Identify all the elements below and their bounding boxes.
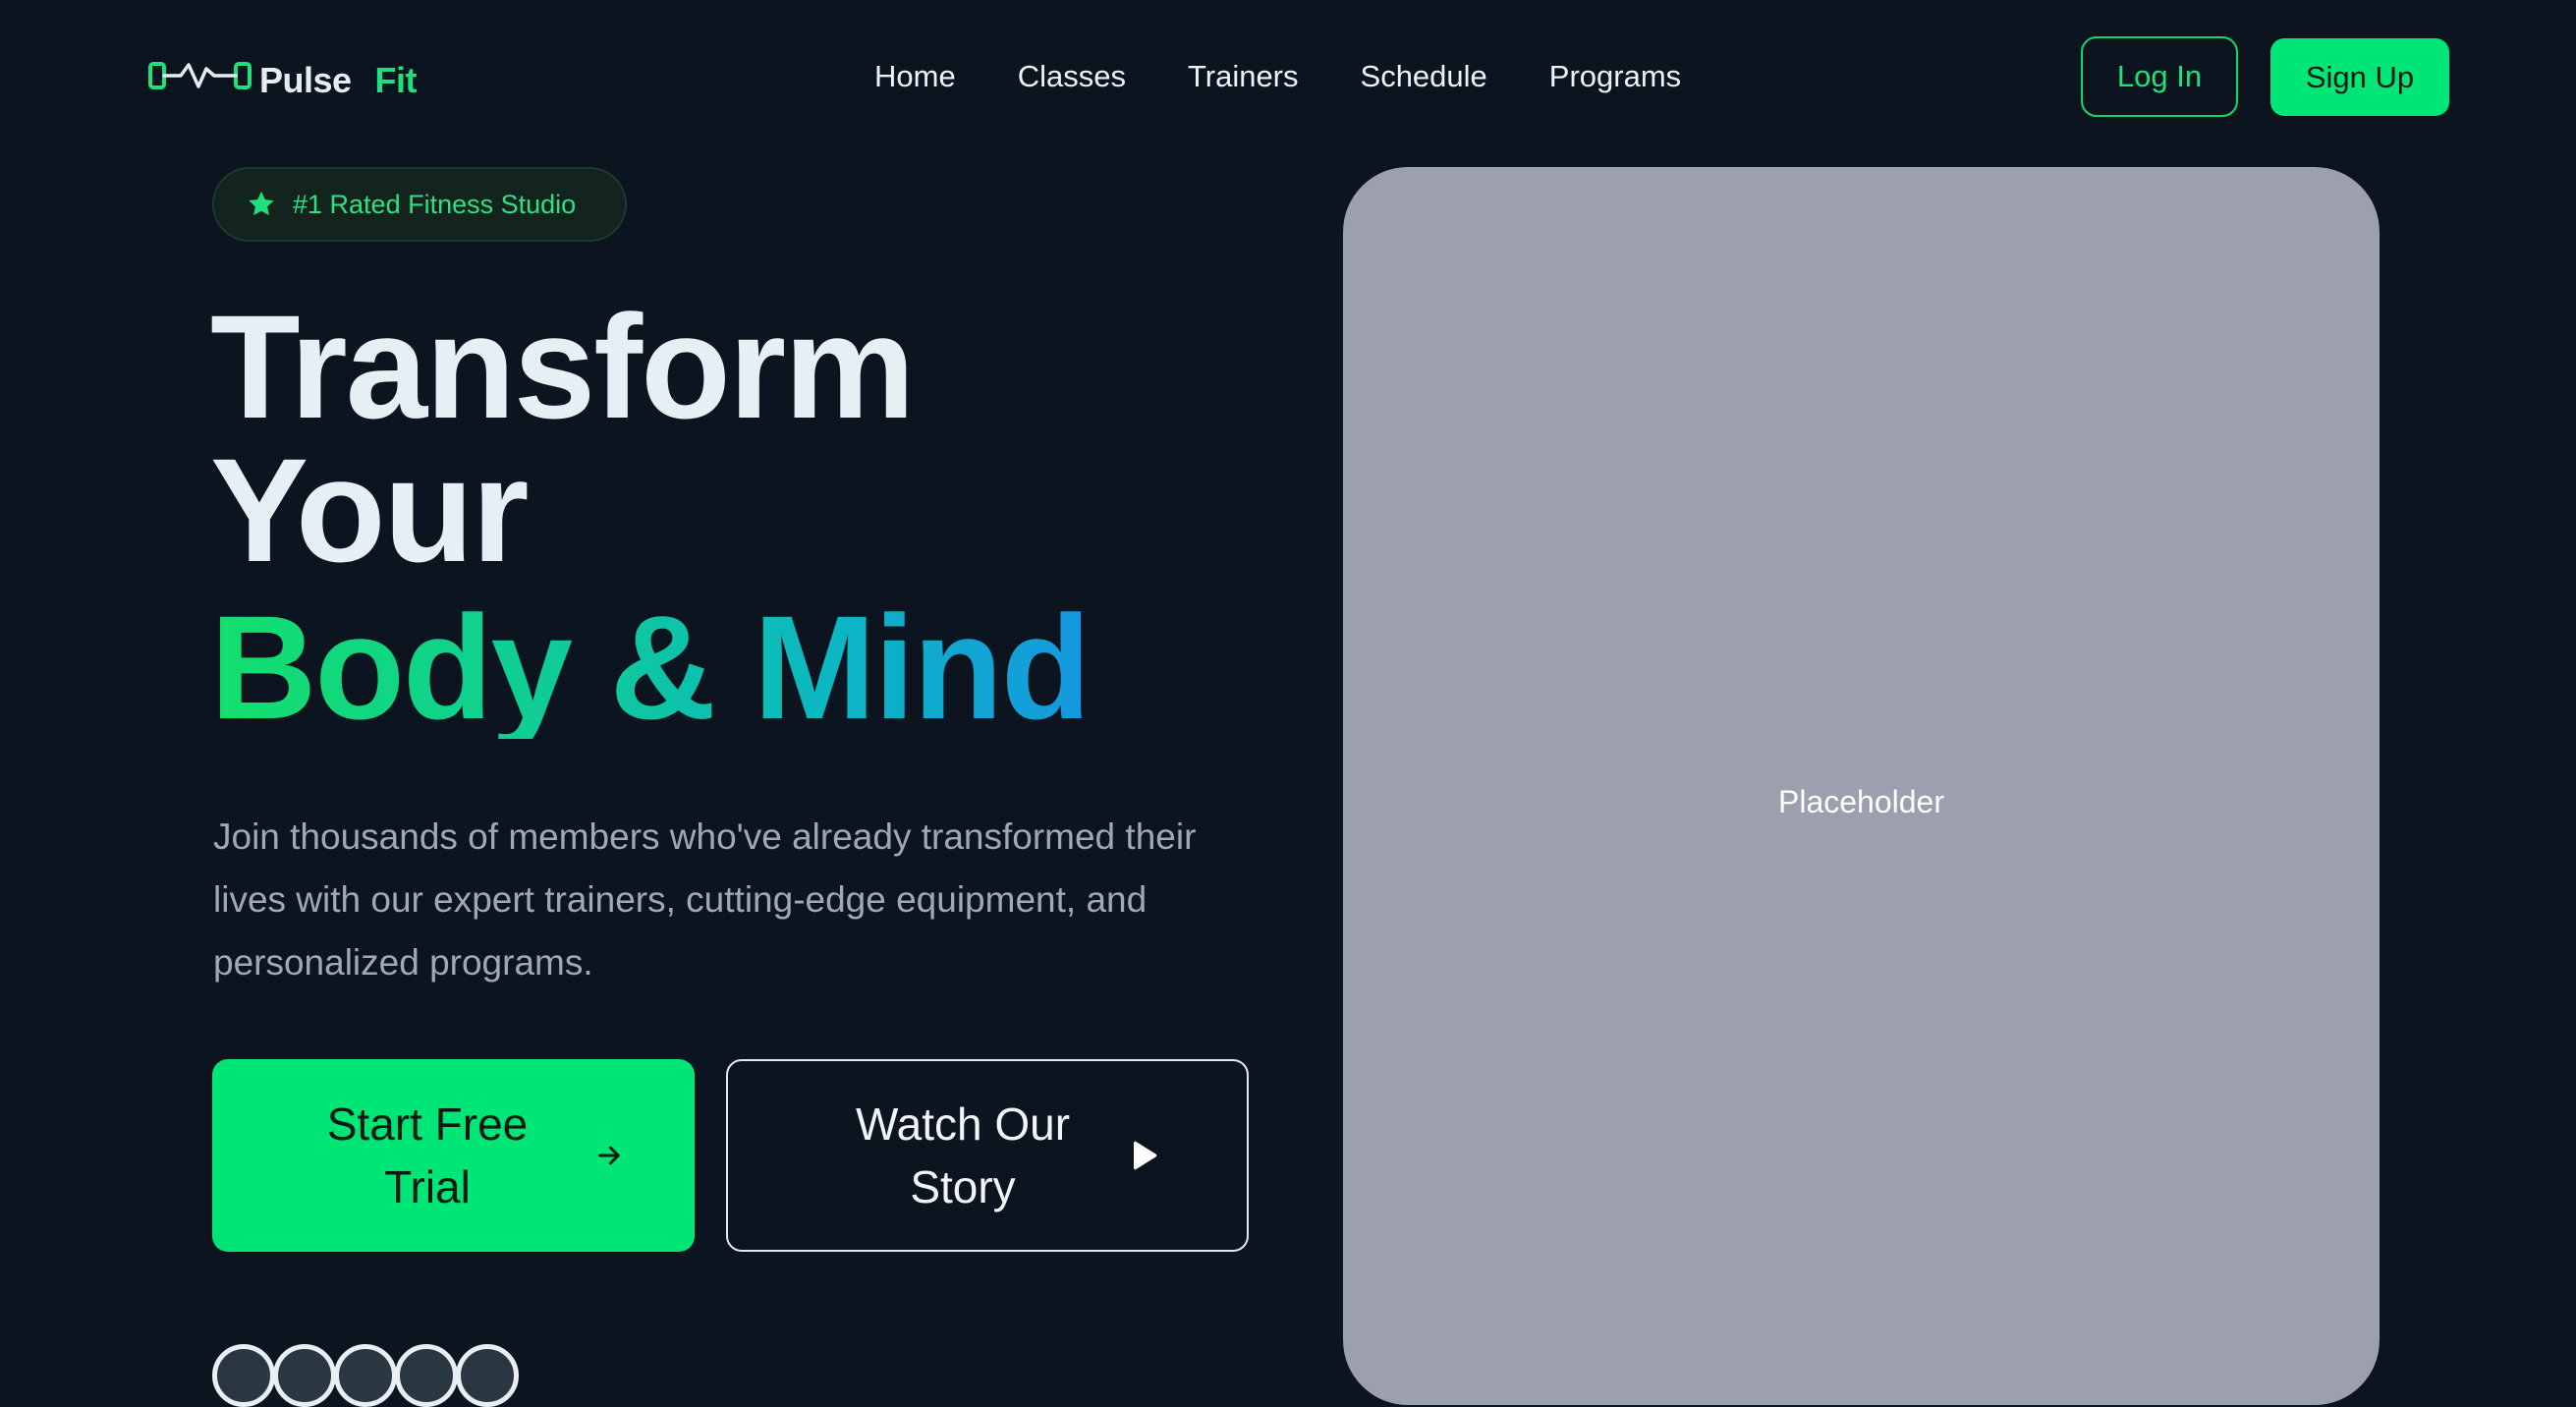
hero-subtext: Join thousands of members who've already…	[213, 816, 1197, 983]
nav-link-programs[interactable]: Programs	[1549, 55, 1681, 98]
avatar	[456, 1344, 519, 1407]
brand-name: Pulse Fit	[259, 60, 418, 101]
dumbbell-heartbeat-icon	[148, 62, 252, 89]
nav-link-trainers[interactable]: Trainers	[1188, 55, 1299, 98]
play-icon	[1133, 1141, 1157, 1170]
star-icon	[249, 191, 274, 216]
avatar	[212, 1344, 275, 1407]
signup-button[interactable]: Sign Up	[2270, 38, 2449, 116]
brand-name-fit: Fit	[374, 60, 418, 100]
nav-link-schedule[interactable]: Schedule	[1361, 55, 1487, 98]
avatar	[273, 1344, 336, 1407]
headline-line-2: Your	[210, 427, 530, 592]
top-navigation: Pulse Fit Home Classes Trainers Schedule …	[0, 0, 2576, 155]
headline-line-1: Transform	[210, 284, 916, 449]
hero-image-placeholder: Placeholder	[1343, 167, 2380, 1405]
nav-links: Home Classes Trainers Schedule Programs	[874, 55, 1681, 98]
watch-our-story-label: Watch Our Story	[855, 1098, 1071, 1212]
hero-headline: Transform Your Body & Mind	[210, 284, 1092, 750]
brand-logo[interactable]: Pulse Fit	[147, 49, 418, 104]
placeholder-label: Placeholder	[1778, 784, 1944, 819]
start-free-trial-label: Start Free Trial	[326, 1098, 529, 1212]
headline-accent: Body & Mind	[210, 585, 1092, 750]
badge-text: #1 Rated Fitness Studio	[293, 189, 577, 219]
nav-link-classes[interactable]: Classes	[1018, 55, 1126, 98]
login-button[interactable]: Log In	[2081, 36, 2238, 117]
start-free-trial-button[interactable]: Start Free Trial	[212, 1059, 695, 1252]
brand-name-pulse: Pulse	[259, 60, 352, 100]
avatar	[334, 1344, 397, 1407]
avatar	[395, 1344, 458, 1407]
watch-our-story-button[interactable]: Watch Our Story	[726, 1059, 1249, 1252]
nav-link-home[interactable]: Home	[874, 55, 956, 98]
rating-badge: #1 Rated Fitness Studio	[212, 167, 627, 242]
arrow-right-icon	[598, 1146, 620, 1165]
